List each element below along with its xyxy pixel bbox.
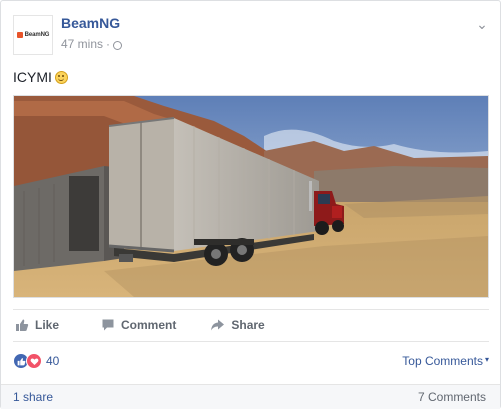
slightly-smiling-face-icon (54, 71, 68, 84)
page-name-link[interactable]: BeamNG (61, 15, 120, 31)
logo-mark-icon (16, 32, 23, 38)
chevron-down-icon[interactable]: ⌄ (473, 15, 491, 33)
meta-separator: · (106, 37, 111, 51)
comment-label: Comment (121, 318, 177, 332)
post-timestamp[interactable]: 47 mins (61, 37, 103, 51)
comment-button[interactable]: Comment (101, 318, 176, 332)
post-message: ICYMI (13, 69, 68, 85)
love-icon (26, 353, 42, 369)
logo-text: BeamNG (24, 32, 50, 38)
post-card: BeamNG BeamNG 47 mins · ⌄ ICYMI Like Com… (0, 0, 501, 409)
like-label: Like (35, 318, 60, 332)
globe-icon[interactable] (113, 40, 123, 50)
page-avatar[interactable]: BeamNG (13, 15, 53, 55)
beamng-logo: BeamNG (16, 32, 50, 38)
post-footer: 1 share 7 Comments (1, 384, 500, 409)
top-comments-label: Top Comments (402, 354, 483, 368)
thumbs-up-icon (16, 319, 29, 331)
post-message-text: ICYMI (13, 69, 52, 85)
post-actions-bar: Like Comment Share (13, 315, 489, 335)
share-button[interactable]: Share (210, 318, 265, 332)
share-label: Share (231, 318, 265, 332)
reactions-summary: 40 Top Comments ▾ (13, 349, 489, 373)
post-meta: 47 mins · (61, 37, 123, 51)
comments-count-link[interactable]: 7 Comments (418, 390, 486, 404)
reaction-count[interactable]: 40 (46, 354, 59, 368)
post-media-image[interactable] (13, 95, 489, 298)
top-comments-dropdown[interactable]: Top Comments ▾ (402, 354, 489, 368)
like-button[interactable]: Like (15, 318, 59, 332)
divider (13, 341, 489, 342)
reaction-icons[interactable] (13, 353, 42, 369)
shares-count-link[interactable]: 1 share (13, 390, 53, 404)
post-header: BeamNG BeamNG 47 mins · ⌄ (13, 13, 488, 57)
truck-trailer-image (14, 96, 488, 297)
share-arrow-icon (211, 319, 225, 331)
comment-bubble-icon (102, 319, 114, 331)
caret-down-icon: ▾ (484, 354, 489, 364)
divider (13, 309, 489, 310)
